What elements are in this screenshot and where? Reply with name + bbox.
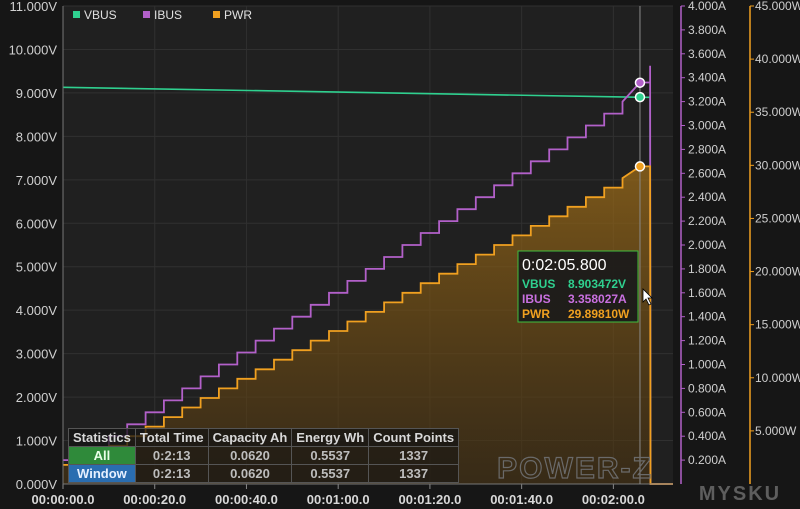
voltage-tick-label: 2.000V	[16, 390, 58, 405]
tooltip-time: 0:02:05.800	[522, 257, 607, 274]
stats-header-capacity: Capacity Ah	[207, 428, 293, 447]
power-tick-label: 35.000W	[755, 105, 800, 119]
stats-row-label-window[interactable]: Window	[68, 464, 136, 483]
current-tick-label: 4.000A	[688, 0, 726, 13]
statistics-row-window[interactable]: Window 0:2:13 0.0620 0.5537 1337	[68, 464, 460, 483]
current-tick-label: 2.600A	[688, 166, 726, 180]
x-tick-label: 00:01:40.0	[490, 492, 553, 507]
current-tick-label: 3.400A	[688, 71, 726, 85]
power-tick-label: 40.000W	[755, 52, 800, 66]
x-tick-label: 00:01:20.0	[398, 492, 461, 507]
x-tick-label: 00:02:00.0	[582, 492, 645, 507]
legend-label-vbus: VBUS	[84, 8, 117, 22]
watermark-brand: POWER-Z	[497, 452, 653, 485]
tooltip-value-pwr: 29.89810W	[568, 307, 630, 321]
x-tick-label: 00:00:20.0	[123, 492, 186, 507]
power-z-chart-window: { "chart_data": { "type": "line", "x_axi…	[0, 0, 800, 509]
stats-all-capacity: 0.0620	[207, 446, 293, 465]
current-tick-label: 3.000A	[688, 119, 726, 133]
tooltip-value-vbus: 8.903472V	[568, 277, 626, 291]
power-tick-label: 15.000W	[755, 318, 800, 332]
statistics-table: Statistics Total Time Capacity Ah Energy…	[68, 428, 460, 483]
tooltip-label-vbus: VBUS	[522, 277, 555, 291]
voltage-tick-label: 11.000V	[10, 0, 58, 14]
stats-all-energy: 0.5537	[291, 446, 370, 465]
stats-all-total-time: 0:2:13	[134, 446, 209, 465]
current-tick-label: 0.600A	[688, 405, 726, 419]
power-tick-label: 30.000W	[755, 158, 800, 172]
ibus-cursor-marker	[634, 77, 646, 88]
voltage-tick-label: 5.000V	[16, 260, 58, 275]
pwr-cursor-marker	[634, 161, 646, 172]
current-tick-label: 2.400A	[688, 190, 726, 204]
power-tick-label: 10.000W	[755, 371, 800, 385]
legend[interactable]: VBUS IBUS PWR	[73, 8, 252, 22]
voltage-tick-label: 6.000V	[16, 216, 58, 231]
tooltip-label-pwr: PWR	[522, 307, 550, 321]
watermark-site: MYSKU	[699, 483, 781, 505]
voltage-tick-label: 1.000V	[16, 434, 58, 449]
vbus-cursor-marker	[634, 91, 646, 103]
current-tick-label: 0.800A	[688, 381, 726, 395]
legend-swatch-pwr	[213, 11, 220, 18]
stats-header-energy: Energy Wh	[291, 428, 370, 447]
stats-all-count: 1337	[368, 446, 460, 465]
current-tick-label: 3.600A	[688, 47, 726, 61]
voltage-tick-label: 4.000V	[16, 303, 58, 318]
voltage-tick-label: 9.000V	[16, 86, 58, 101]
stats-window-total-time: 0:2:13	[134, 464, 209, 483]
x-tick-label: 00:00:00.0	[32, 492, 95, 507]
current-tick-label: 0.400A	[688, 429, 726, 443]
current-tick-label: 0.200A	[688, 453, 726, 467]
voltage-tick-label: 10.000V	[9, 42, 58, 57]
current-tick-label: 1.600A	[688, 286, 726, 300]
voltage-tick-label: 8.000V	[16, 129, 58, 144]
power-tick-label: 25.000W	[755, 211, 800, 225]
current-tick-label: 1.400A	[688, 310, 726, 324]
current-tick-label: 1.800A	[688, 262, 726, 276]
legend-label-pwr: PWR	[224, 8, 252, 22]
x-tick-label: 00:00:40.0	[215, 492, 278, 507]
power-tick-label: 45.000W	[755, 0, 800, 13]
legend-swatch-vbus	[73, 11, 80, 18]
current-tick-label: 3.200A	[688, 95, 726, 109]
voltage-tick-label: 0.000V	[16, 477, 58, 492]
stats-header-total-time: Total Time	[134, 428, 209, 447]
tooltip-value-ibus: 3.358027A	[568, 292, 627, 306]
current-tick-label: 1.200A	[688, 334, 726, 348]
voltage-tick-label: 7.000V	[16, 173, 58, 188]
current-tick-label: 2.200A	[688, 214, 726, 228]
tooltip-label-ibus: IBUS	[522, 292, 551, 306]
current-tick-label: 2.800A	[688, 142, 726, 156]
stats-header-statistics: Statistics	[68, 428, 136, 447]
stats-row-label-all[interactable]: All	[68, 446, 136, 465]
stats-header-count: Count Points	[368, 428, 460, 447]
legend-swatch-ibus	[143, 11, 150, 18]
x-tick-label: 00:01:00.0	[307, 492, 370, 507]
stats-window-count: 1337	[368, 464, 460, 483]
voltage-tick-label: 3.000V	[16, 347, 58, 362]
current-tick-label: 2.000A	[688, 238, 726, 252]
power-tick-label: 5.000W	[755, 424, 797, 438]
legend-label-ibus: IBUS	[154, 8, 182, 22]
current-tick-label: 3.800A	[688, 23, 726, 37]
stats-window-energy: 0.5537	[291, 464, 370, 483]
statistics-header-row: Statistics Total Time Capacity Ah Energy…	[68, 428, 460, 447]
current-tick-label: 1.000A	[688, 358, 726, 372]
power-tick-label: 20.000W	[755, 265, 800, 279]
statistics-row-all[interactable]: All 0:2:13 0.0620 0.5537 1337	[68, 446, 460, 465]
stats-window-capacity: 0.0620	[207, 464, 293, 483]
